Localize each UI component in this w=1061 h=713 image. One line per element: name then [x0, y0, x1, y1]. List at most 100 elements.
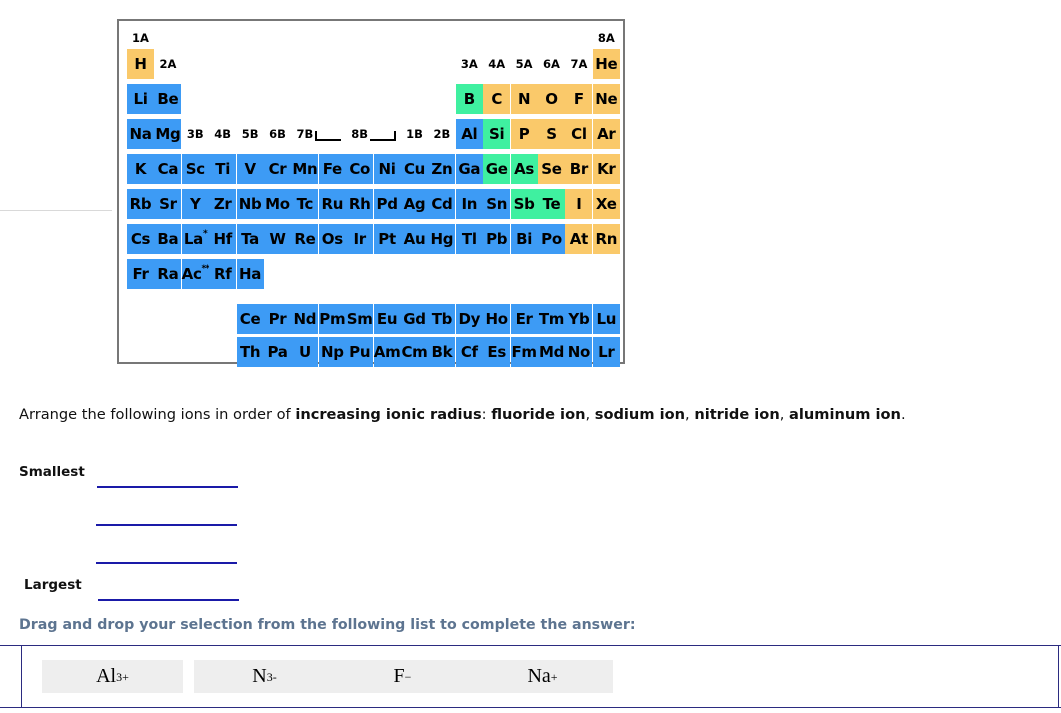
answer-blank-2[interactable]: [96, 524, 237, 526]
element-cell-li: Li: [127, 84, 154, 114]
group-label-2a: 2A: [159, 57, 177, 71]
element-cell-dy: Dy: [455, 304, 483, 334]
drag-drop-instruction: Drag and drop your selection from the fo…: [19, 617, 636, 633]
element-cell-zr: Zr: [209, 189, 237, 219]
answer-blank-1[interactable]: [97, 486, 238, 488]
element-cell-cr: Cr: [264, 154, 291, 184]
drag-drop-tray: Al 3+ N 3- F − Na +: [21, 646, 1059, 708]
element-cell-gd: Gd: [401, 304, 428, 334]
element-cell-ha: Ha: [236, 259, 264, 289]
element-cell-au: Au: [401, 224, 428, 254]
group-label-1b: 1B: [406, 127, 423, 141]
periodic-table: H He Li Be B C N O F Ne Na Mg Al Si P S Cl Ar K Ca Sc Ti V Cr Mn…: [117, 19, 625, 367]
element-cell-u: U: [291, 337, 319, 367]
drag-token-n-ion[interactable]: N 3-: [194, 660, 335, 693]
element-cell-bk: Bk: [428, 337, 456, 367]
answer-blank-3[interactable]: [96, 562, 237, 564]
element-cell-w: W: [264, 224, 291, 254]
element-cell-ti: Ti: [209, 154, 237, 184]
element-cell-as: As: [510, 154, 538, 184]
drag-token-na-ion[interactable]: Na +: [472, 660, 613, 693]
element-cell-tm: Tm: [538, 304, 565, 334]
element-cell-ca: Ca: [154, 154, 182, 184]
element-cell-ir: Ir: [346, 224, 374, 254]
element-cell-pu: Pu: [346, 337, 374, 367]
element-cell-sr: Sr: [154, 189, 182, 219]
element-cell-bi: Bi: [510, 224, 538, 254]
token-base: Na: [527, 665, 551, 687]
drag-token-al-ion[interactable]: Al 3+: [42, 660, 183, 693]
drag-token-f-ion[interactable]: F −: [332, 660, 473, 693]
group-label-7a: 7A: [570, 57, 588, 71]
element-cell-xe: Xe: [592, 189, 620, 219]
element-cell-hg: Hg: [428, 224, 456, 254]
element-cell-la: La *: [181, 224, 209, 254]
element-cell-se: Se: [538, 154, 565, 184]
group-label-8a: 8A: [597, 31, 615, 45]
element-cell-ta: Ta: [236, 224, 264, 254]
answer-blank-4[interactable]: [98, 599, 239, 601]
question-text: Arrange the following ions in order of i…: [19, 406, 1039, 425]
token-base: N: [252, 665, 267, 687]
token-base: F: [393, 665, 405, 687]
element-cell-p: P: [510, 119, 538, 149]
element-cell-cf: Cf: [455, 337, 483, 367]
element-cell-es: Es: [483, 337, 511, 367]
element-cell-nd: Nd: [291, 304, 319, 334]
element-cell-ga: Ga: [455, 154, 483, 184]
element-cell-pm: Pm: [318, 304, 346, 334]
element-cell-ac: Ac **: [182, 259, 210, 289]
group-8b-bracket: [314, 130, 396, 141]
element-cell-sb: Sb: [510, 189, 538, 219]
group-label-4a: 4A: [488, 57, 506, 71]
element-cell-cl: Cl: [565, 119, 593, 149]
element-cell-sm: Sm: [346, 304, 374, 334]
group-label-2b: 2B: [433, 127, 451, 141]
element-cell-b: B: [455, 84, 483, 114]
element-cell-ne: Ne: [592, 84, 620, 114]
element-footnote-marker: **: [201, 263, 210, 274]
question-ion-2: sodium ion: [594, 406, 686, 423]
element-cell-ho: Ho: [483, 304, 511, 334]
element-cell-fm: Fm: [510, 337, 538, 367]
question-prefix: Arrange the following ions in order of: [19, 406, 296, 423]
element-cell-i: I: [565, 189, 593, 219]
element-cell-c: C: [483, 84, 511, 114]
element-cell-fe: Fe: [318, 154, 346, 184]
element-cell-pt: Pt: [373, 224, 401, 254]
largest-label: Largest: [24, 577, 82, 593]
element-cell-pr: Pr: [264, 304, 291, 334]
element-cell-rh: Rh: [346, 189, 374, 219]
element-cell-tl: Tl: [455, 224, 483, 254]
element-cell-ce: Ce: [236, 304, 264, 334]
element-cell-ba: Ba: [154, 224, 182, 254]
element-cell-ni: Ni: [373, 154, 401, 184]
element-cell-sc: Sc: [181, 154, 209, 184]
element-cell-cu: Cu: [401, 154, 428, 184]
group-label-1a: 1A: [132, 31, 149, 45]
element-cell-hf: Hf: [209, 224, 237, 254]
group-label-5b: 5B: [241, 127, 259, 141]
element-cell-at: At: [565, 224, 593, 254]
smallest-label: Smallest: [19, 464, 85, 480]
element-cell-he: He: [592, 49, 620, 79]
element-cell-np: Np: [318, 337, 346, 367]
question-page: H He Li Be B C N O F Ne Na Mg Al Si P S Cl Ar K Ca Sc Ti V Cr Mn…: [0, 0, 1061, 713]
element-cell-k: K: [127, 154, 154, 184]
element-cell-tb: Tb: [428, 304, 456, 334]
question-colon: :: [481, 406, 492, 423]
element-cell-po: Po: [538, 224, 565, 254]
element-cell-ge: Ge: [483, 154, 511, 184]
element-cell-pb: Pb: [483, 224, 511, 254]
group-label-3b: 3B: [186, 127, 204, 141]
element-cell-n: N: [510, 84, 538, 114]
element-cell-tc: Tc: [291, 189, 319, 219]
element-cell-h: H: [127, 49, 154, 79]
element-cell-fr: Fr: [127, 259, 154, 289]
element-footnote-marker: *: [202, 228, 208, 239]
element-cell-rn: Rn: [592, 224, 620, 254]
element-cell-ar: Ar: [592, 119, 620, 149]
element-cell-be: Be: [154, 84, 182, 114]
element-cell-os: Os: [318, 224, 346, 254]
element-cell-in: In: [455, 189, 483, 219]
